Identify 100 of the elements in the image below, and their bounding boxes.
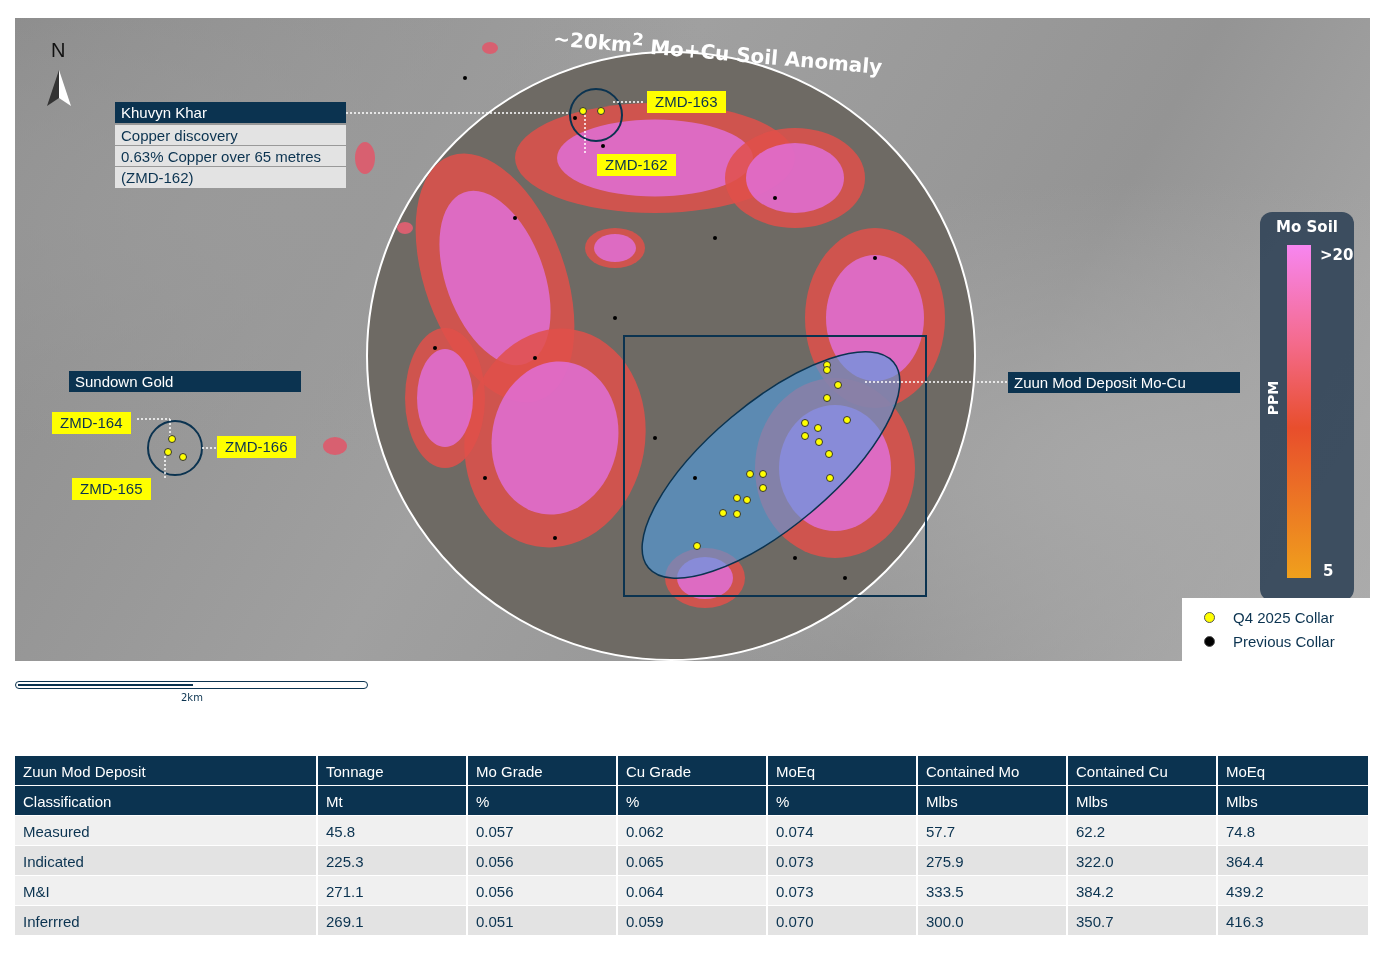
collar-dot bbox=[733, 494, 741, 502]
collar-dot bbox=[826, 474, 834, 482]
table-cell: 271.1 bbox=[318, 876, 468, 906]
collar-dot bbox=[743, 496, 751, 504]
callout-detail: 0.63% Copper over 65 metres bbox=[115, 145, 346, 167]
collar-dot bbox=[533, 356, 537, 360]
collar-dot bbox=[801, 432, 809, 440]
collar-dot bbox=[825, 450, 833, 458]
target-circle bbox=[147, 420, 203, 476]
target-circle bbox=[569, 88, 623, 142]
table-cell: 0.074 bbox=[768, 816, 918, 846]
collar-dot bbox=[801, 419, 809, 427]
table-cell: M&I bbox=[15, 876, 318, 906]
collar-dot bbox=[601, 144, 605, 148]
callout-detail: Copper discovery bbox=[115, 124, 346, 146]
collar-dot bbox=[693, 476, 697, 480]
callout-detail: (ZMD-162) bbox=[115, 166, 346, 188]
collar-dot bbox=[873, 256, 877, 260]
table-cell: 0.073 bbox=[768, 876, 918, 906]
table-cell: 364.4 bbox=[1218, 846, 1370, 876]
table-cell: 416.3 bbox=[1218, 906, 1370, 936]
table-cell: 74.8 bbox=[1218, 816, 1370, 846]
table-cell: 439.2 bbox=[1218, 876, 1370, 906]
table-cell: 0.062 bbox=[618, 816, 768, 846]
table-cell: 0.056 bbox=[468, 876, 618, 906]
table-cell: 62.2 bbox=[1068, 816, 1218, 846]
soil-anomaly-blob bbox=[355, 142, 375, 174]
table-cell: 45.8 bbox=[318, 816, 468, 846]
collar-dot bbox=[793, 556, 797, 560]
table-cell: 0.059 bbox=[618, 906, 768, 936]
header-cell: MoEq bbox=[1218, 756, 1370, 786]
header-cell: % bbox=[768, 786, 918, 816]
drill-hole-label: ZMD-162 bbox=[597, 154, 676, 176]
collar-dot bbox=[433, 346, 437, 350]
collar-dot bbox=[553, 536, 557, 540]
table-cell: 0.056 bbox=[468, 846, 618, 876]
collar-dot bbox=[179, 453, 187, 461]
table-cell: 350.7 bbox=[1068, 906, 1218, 936]
header-cell: Mo Grade bbox=[468, 756, 618, 786]
header-cell: Classification bbox=[15, 786, 318, 816]
table-cell: 269.1 bbox=[318, 906, 468, 936]
table-cell: 384.2 bbox=[1068, 876, 1218, 906]
legend-unit-label: PPM bbox=[1265, 380, 1282, 416]
legend-label: Previous Collar bbox=[1233, 631, 1335, 652]
area-label: Sundown Gold bbox=[69, 371, 301, 392]
collar-dot bbox=[597, 107, 605, 115]
table-cell: 225.3 bbox=[318, 846, 468, 876]
collar-dot bbox=[483, 476, 487, 480]
header-cell: Mt bbox=[318, 786, 468, 816]
header-cell: MoEq bbox=[768, 756, 918, 786]
drill-hole-label: ZMD-163 bbox=[647, 91, 726, 113]
table-cell: 333.5 bbox=[918, 876, 1068, 906]
collar-dot bbox=[164, 448, 172, 456]
header-cell: Mlbs bbox=[1218, 786, 1370, 816]
collar-dot bbox=[746, 470, 754, 478]
drill-hole-label: ZMD-165 bbox=[72, 478, 151, 500]
legend-min-label: 5 bbox=[1323, 562, 1334, 580]
collar-dot bbox=[823, 394, 831, 402]
header-cell: Tonnage bbox=[318, 756, 468, 786]
table-cell: Indicated bbox=[15, 846, 318, 876]
drill-hole-label: ZMD-166 bbox=[217, 436, 296, 458]
collar-dot bbox=[719, 509, 727, 517]
table-cell: 300.0 bbox=[918, 906, 1068, 936]
header-cell: Cu Grade bbox=[618, 756, 768, 786]
header-cell: % bbox=[618, 786, 768, 816]
collar-dot bbox=[693, 542, 701, 550]
collar-dot bbox=[759, 470, 767, 478]
collar-dot bbox=[843, 416, 851, 424]
collar-dot bbox=[713, 236, 717, 240]
table-cell: 0.073 bbox=[768, 846, 918, 876]
collar-dot bbox=[463, 76, 467, 80]
drill-hole-label: ZMD-164 bbox=[52, 412, 131, 434]
collar-dot bbox=[834, 381, 842, 389]
north-arrow-icon bbox=[47, 70, 71, 108]
table-cell: Inferrred bbox=[15, 906, 318, 936]
area-label: Khuvyn Khar bbox=[115, 102, 346, 123]
collar-dot bbox=[168, 435, 176, 443]
header-cell: Mlbs bbox=[1068, 786, 1218, 816]
table-cell: 0.065 bbox=[618, 846, 768, 876]
header-cell: % bbox=[468, 786, 618, 816]
table-cell: 0.070 bbox=[768, 906, 918, 936]
north-label: N bbox=[51, 40, 66, 61]
header-cell: Zuun Mod Deposit bbox=[15, 756, 318, 786]
table-cell: 0.051 bbox=[468, 906, 618, 936]
table-cell: 57.7 bbox=[918, 816, 1068, 846]
legend-title: Mo Soil bbox=[1275, 218, 1339, 236]
collar-dot bbox=[773, 196, 777, 200]
collar-dot bbox=[579, 107, 587, 115]
table-cell: Measured bbox=[15, 816, 318, 846]
legend-max-label: >20 bbox=[1320, 246, 1354, 264]
soil-anomaly-blob bbox=[482, 42, 498, 54]
table-cell: 0.064 bbox=[618, 876, 768, 906]
collar-dot bbox=[573, 116, 577, 120]
header-cell: Mlbs bbox=[918, 786, 1068, 816]
collar-dot bbox=[759, 484, 767, 492]
table-cell: 322.0 bbox=[1068, 846, 1218, 876]
soil-anomaly-blob bbox=[323, 437, 347, 455]
table-cell: 275.9 bbox=[918, 846, 1068, 876]
header-cell: Contained Mo bbox=[918, 756, 1068, 786]
collar-dot bbox=[843, 576, 847, 580]
